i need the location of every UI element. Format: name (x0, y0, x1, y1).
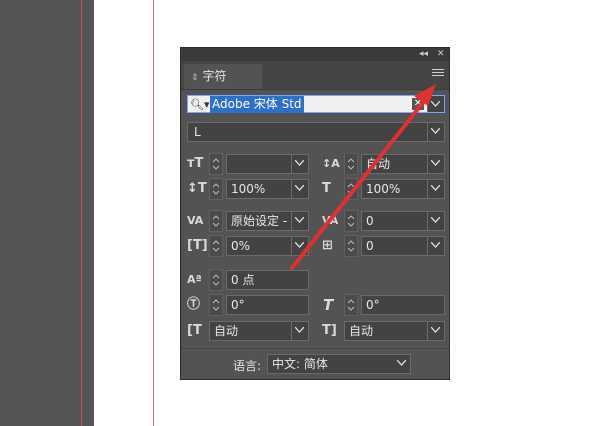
watermark-logo: Bai du 经验 (462, 364, 581, 388)
watermark-url: jingyan.baidu.com (470, 398, 554, 408)
